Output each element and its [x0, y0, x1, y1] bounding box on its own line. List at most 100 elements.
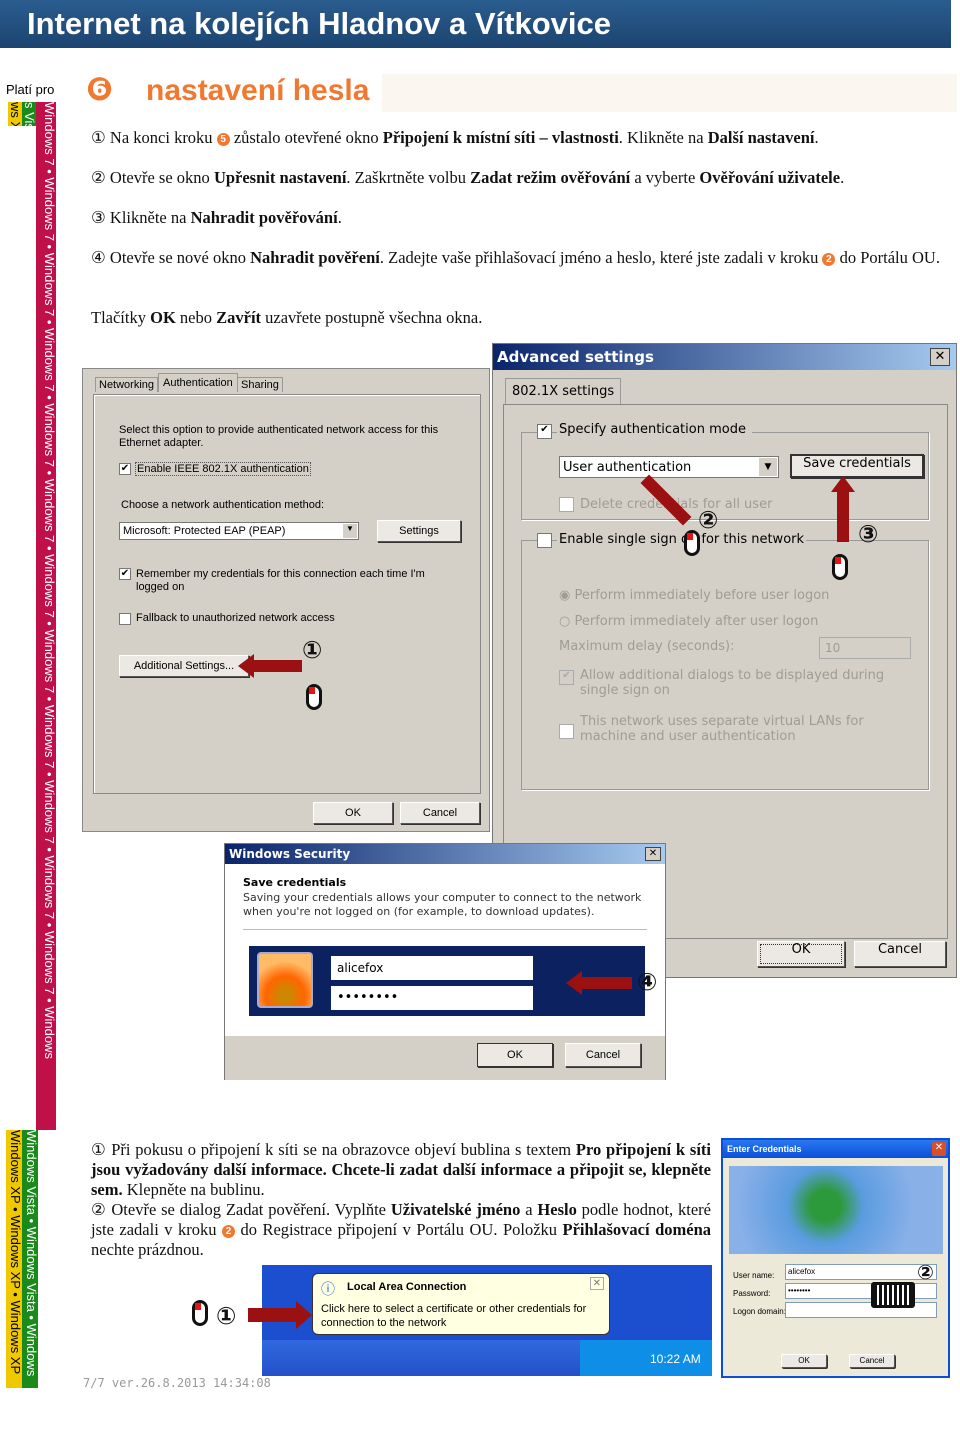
auth-mode-value: User authentication: [563, 460, 692, 475]
ok-button[interactable]: OK: [313, 802, 393, 824]
chevron-down-icon: ▼: [759, 458, 777, 476]
step-close: Tlačítky OK nebo Zavřít uzavřete postupn…: [91, 308, 483, 327]
after-logon-label: Perform immediately after user logon: [574, 614, 819, 629]
marker-2: ②: [698, 506, 719, 534]
ok-button[interactable]: OK: [781, 1354, 827, 1368]
xp-instructions: ① Při pokusu o připojení k síti se na ob…: [91, 1140, 711, 1259]
win7-band: Windows 7 • Windows 7 • Windows 7 • Wind…: [36, 102, 56, 1130]
ok-button[interactable]: OK: [477, 1043, 553, 1067]
properties-dialog: Networking Authentication Sharing Select…: [82, 368, 490, 832]
tab-authentication[interactable]: Authentication: [158, 373, 238, 392]
enable-8021x-label[interactable]: Enable IEEE 802.1X authentication: [135, 462, 311, 476]
vlans-checkbox[interactable]: [559, 724, 574, 739]
tab-networking[interactable]: Networking: [95, 377, 159, 392]
user-name-input[interactable]: alicefox: [785, 1264, 937, 1280]
balloon-title: Local Area Connection: [347, 1281, 467, 1293]
enter-credentials-title: Enter Credentials: [723, 1140, 948, 1158]
advanced-title: Advanced settings: [493, 344, 956, 370]
step-4: ④ Otevře se nové okno Nahradit pověření.…: [91, 248, 940, 267]
fallback-label: Fallback to unauthorized network access: [136, 612, 335, 624]
section-title: nastavení hesla: [146, 74, 370, 107]
section-number: ❻: [86, 70, 114, 108]
cancel-button[interactable]: Cancel: [400, 802, 480, 824]
additional-settings-button[interactable]: Additional Settings...: [119, 655, 249, 677]
xp-taskbar-screenshot: 10:22 AM ⓘ Local Area Connection Click h…: [262, 1265, 712, 1376]
password-input[interactable]: ••••••••: [331, 986, 533, 1010]
marker-xp-1: ①: [216, 1302, 237, 1330]
mouse-icon: [306, 684, 322, 710]
step-2: ② Otevře se okno Upřesnit nastavení. Zaš…: [91, 168, 845, 187]
keyboard-icon: [871, 1282, 915, 1308]
close-icon[interactable]: ✕: [932, 1142, 946, 1156]
close-icon[interactable]: ✕: [589, 1277, 604, 1290]
network-banner-image: [729, 1166, 943, 1254]
auth-method-select[interactable]: Microsoft: Protected EAP (PEAP) ▼: [119, 522, 359, 540]
tab-sharing[interactable]: Sharing: [237, 377, 283, 392]
cancel-button[interactable]: Cancel: [565, 1043, 641, 1067]
step-1: ① Na konci kroku 5 zůstalo otevřené okno…: [91, 128, 819, 147]
fallback-checkbox[interactable]: [119, 613, 131, 625]
cancel-button[interactable]: Cancel: [854, 941, 946, 967]
applies-label: Platí pro: [6, 82, 55, 97]
sso-group: [521, 540, 929, 790]
auth-mode-select[interactable]: User authentication ▼: [559, 456, 779, 478]
marker-1: ①: [302, 636, 323, 664]
arrow-xp-1-head: [296, 1301, 312, 1329]
title-decoration: [382, 74, 957, 112]
arrow-3-head: [831, 476, 855, 492]
save-credentials-desc: Saving your credentials allows your comp…: [243, 891, 642, 918]
security-title: Windows Security: [225, 844, 665, 864]
arrow-4-head: [566, 971, 582, 995]
delete-credentials-checkbox[interactable]: [559, 497, 574, 512]
balloon-notification[interactable]: ⓘ Local Area Connection Click here to se…: [312, 1273, 610, 1335]
ok-button[interactable]: OK: [757, 941, 845, 967]
before-logon-label: Perform immediately before user logon: [574, 588, 830, 603]
save-credentials-button[interactable]: Save credentials: [790, 454, 924, 478]
step-3: ③ Klikněte na Nahradit pověřování.: [91, 208, 342, 227]
tray-clock: 10:22 AM: [580, 1340, 712, 1376]
username-input[interactable]: alicefox: [331, 956, 533, 980]
password-label: Password:: [733, 1289, 771, 1298]
info-icon: ⓘ: [321, 1281, 335, 1297]
choose-method-label: Choose a network authentication method:: [121, 499, 325, 511]
close-icon[interactable]: ✕: [645, 847, 661, 861]
after-logon-radio[interactable]: ○ Perform immediately after user logon: [559, 614, 818, 629]
remember-checkbox[interactable]: ✔: [119, 568, 131, 580]
tab-8021x[interactable]: 802.1X settings: [505, 378, 622, 404]
before-logon-radio[interactable]: ◉ Perform immediately before user logon: [559, 588, 829, 603]
vista-band: Windows Vista • Windows Vista • Windows: [22, 1130, 38, 1388]
sso-checkbox[interactable]: [537, 533, 552, 548]
balloon-text: Click here to select a certificate or ot…: [321, 1303, 587, 1329]
arrow-4: [580, 977, 632, 989]
remember-label: Remember my credentials for this connect…: [136, 568, 425, 593]
mouse-icon: [832, 554, 848, 580]
mouse-icon: [684, 530, 700, 556]
allow-dialogs-checkbox[interactable]: ✔: [559, 670, 574, 685]
cancel-button[interactable]: Cancel: [849, 1354, 895, 1368]
specify-mode-label: Specify authentication mode: [557, 422, 752, 437]
auth-description: Select this option to provide authentica…: [119, 424, 439, 449]
logon-domain-label: Logon domain:: [733, 1307, 786, 1316]
max-delay-input[interactable]: 10: [819, 637, 911, 659]
specify-mode-checkbox[interactable]: ✔: [537, 424, 552, 439]
allow-dialogs-label: Allow additional dialogs to be displayed…: [580, 668, 885, 698]
arrow-1: [252, 660, 302, 672]
enable-8021x-checkbox[interactable]: ✔: [119, 463, 131, 475]
xp-tag: ws XP: [8, 102, 22, 126]
sso-label: Enable single sign on for this network: [557, 532, 807, 547]
footer-version: 7/7 ver.26.8.2013 14:34:08: [83, 1376, 271, 1390]
arrow-3: [837, 492, 849, 542]
user-avatar: [257, 952, 313, 1008]
vista-tag: s Vista: [22, 102, 36, 126]
tab-panel: [93, 394, 481, 794]
marker-3: ③: [858, 520, 879, 548]
max-delay-label: Maximum delay (seconds):: [559, 639, 735, 654]
divider: [243, 929, 647, 930]
chevron-down-icon: ▼: [343, 524, 357, 538]
settings-button[interactable]: Settings: [377, 520, 461, 542]
vlans-label: This network uses separate virtual LANs …: [580, 714, 864, 744]
page-header: Internet na kolejích Hladnov a Vítkovice: [0, 0, 951, 48]
arrow-xp-1: [248, 1308, 296, 1322]
close-icon[interactable]: ✕: [930, 348, 950, 366]
windows-security-dialog: Windows Security ✕ Save credentials Savi…: [224, 843, 666, 1080]
